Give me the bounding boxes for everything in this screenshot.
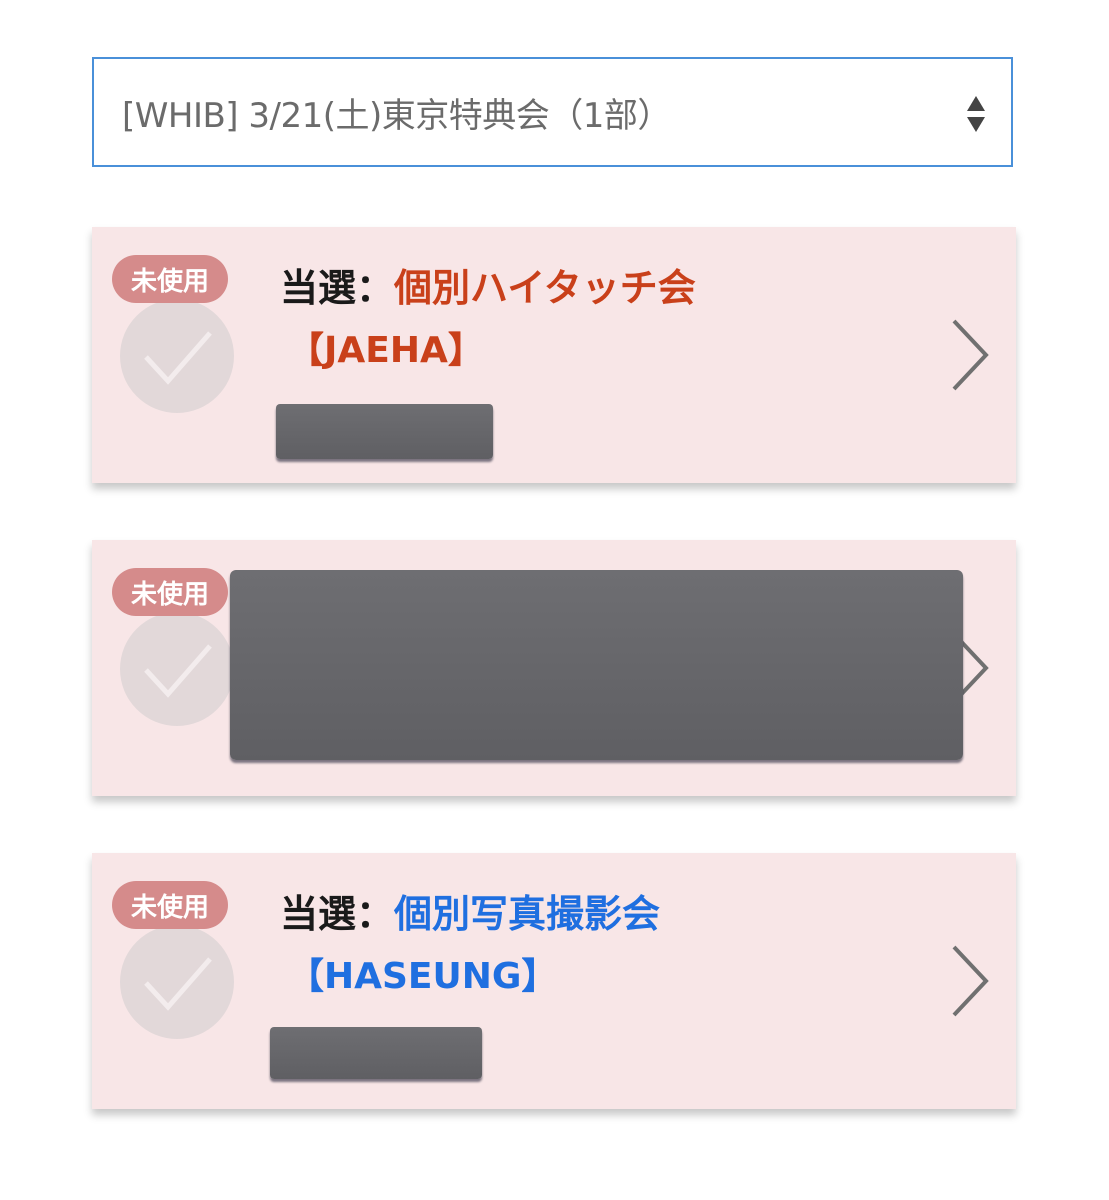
redaction-block — [270, 1027, 482, 1079]
redaction-block — [230, 570, 963, 760]
ticket-card-haseung[interactable]: 未使用 当選：個別写真撮影会 【HASEUNG】 — [92, 853, 1016, 1109]
ticket-member: 【JAEHA】 — [288, 330, 484, 371]
chevron-right-icon[interactable] — [950, 943, 992, 1019]
ticket-card-redacted[interactable]: 未使用 — [92, 540, 1016, 796]
ticket-title-prefix: 当選： — [280, 266, 395, 310]
ticket-type: 個別ハイタッチ会 — [394, 266, 696, 310]
chevron-right-icon[interactable] — [950, 317, 992, 393]
check-icon — [120, 925, 234, 1039]
event-select-value: [WHIB] 3/21(土)東京特典会（1部） — [122, 95, 671, 136]
check-icon — [120, 612, 234, 726]
redaction-block — [276, 404, 493, 459]
ticket-list-page: [WHIB] 3/21(土)東京特典会（1部） 未使用 当選：個別ハイタッチ会 … — [0, 0, 1109, 1200]
event-select[interactable]: [WHIB] 3/21(土)東京特典会（1部） — [92, 57, 1013, 167]
status-badge: 未使用 — [112, 255, 228, 303]
ticket-title: 当選：個別写真撮影会 — [280, 883, 660, 938]
ticket-title: 当選：個別ハイタッチ会 — [280, 257, 696, 312]
ticket-card-jaeha[interactable]: 未使用 当選：個別ハイタッチ会 【JAEHA】 — [92, 227, 1016, 483]
up-down-arrows-icon — [965, 94, 987, 134]
ticket-type: 個別写真撮影会 — [394, 892, 661, 936]
status-badge: 未使用 — [112, 568, 228, 616]
check-icon — [120, 299, 234, 413]
status-badge: 未使用 — [112, 881, 228, 929]
ticket-title-prefix: 当選： — [280, 892, 395, 936]
ticket-member: 【HASEUNG】 — [288, 956, 558, 997]
